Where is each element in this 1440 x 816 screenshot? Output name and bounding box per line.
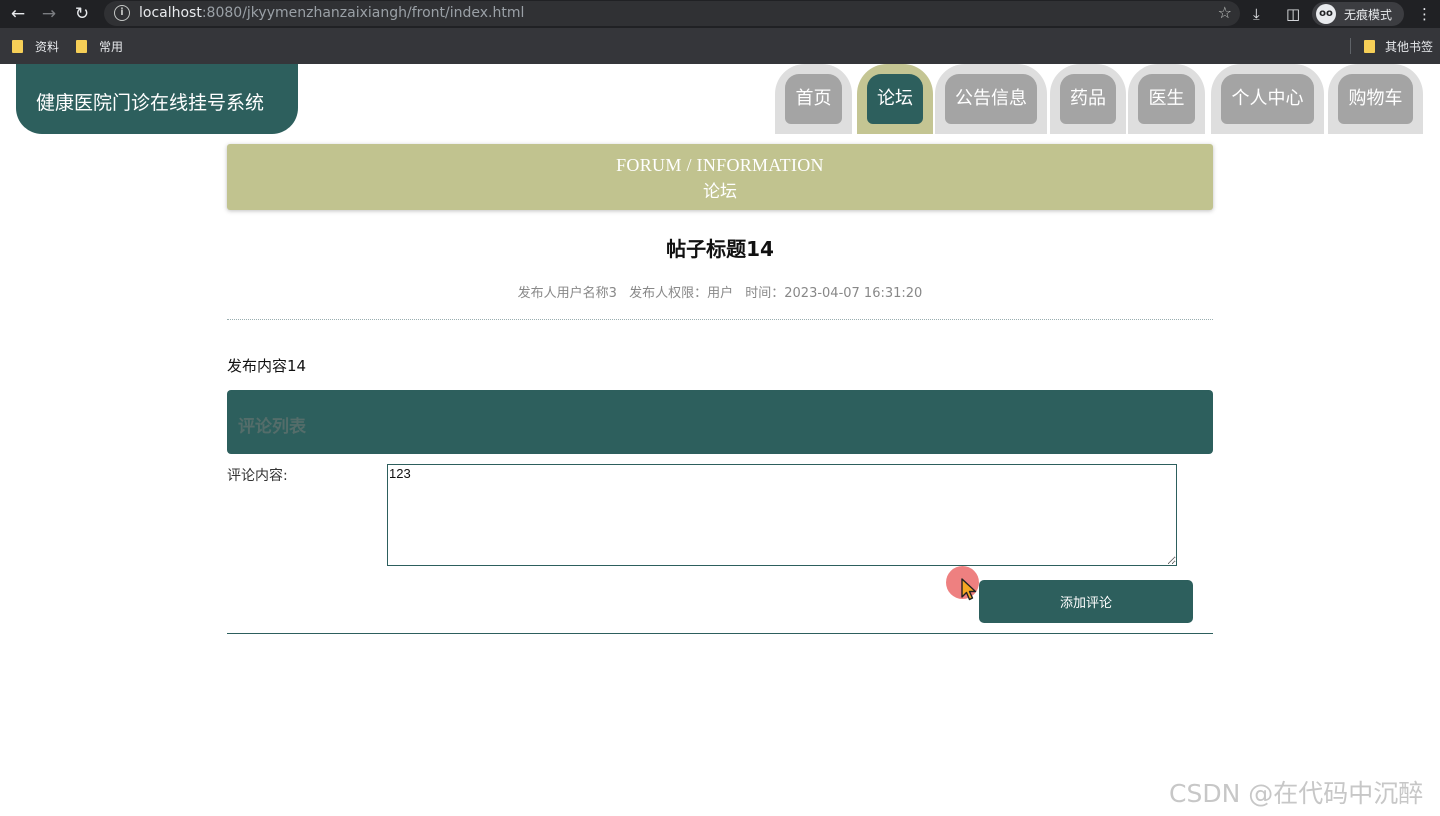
divider bbox=[227, 319, 1213, 320]
nav-tab-medicine[interactable]: 药品 bbox=[1050, 64, 1126, 134]
back-icon[interactable]: ← bbox=[7, 3, 29, 25]
mouse-cursor-icon bbox=[961, 578, 977, 601]
bookmark-folder-changyong[interactable]: 常用 bbox=[76, 38, 123, 54]
nav-tab-cart[interactable]: 购物车 bbox=[1328, 64, 1423, 134]
site-title: 健康医院门诊在线挂号系统 bbox=[36, 92, 265, 114]
site-logo: 健康医院门诊在线挂号系统 bbox=[16, 64, 298, 134]
banner-title-en: FORUM / INFORMATION bbox=[616, 155, 824, 175]
nav-tab-doctor[interactable]: 医生 bbox=[1128, 64, 1205, 134]
incognito-icon: oo bbox=[1316, 4, 1336, 24]
bookmarks-divider bbox=[1350, 38, 1351, 54]
incognito-badge[interactable]: oo 无痕模式 bbox=[1312, 2, 1404, 26]
folder-icon bbox=[1364, 39, 1375, 53]
post-meta: 发布人用户名称3 发布人权限：用户 时间：2023-04-07 16:31:20 bbox=[227, 282, 1213, 301]
post-time: 时间：2023-04-07 16:31:20 bbox=[745, 286, 923, 301]
banner-title-cn: 论坛 bbox=[703, 182, 737, 202]
side-panel-icon[interactable]: ◫ bbox=[1286, 3, 1300, 25]
post-author: 发布人用户名称3 bbox=[517, 286, 617, 301]
nav-tab-profile[interactable]: 个人中心 bbox=[1211, 64, 1324, 134]
nav-tab-home[interactable]: 首页 bbox=[775, 64, 852, 134]
comment-label: 评论内容: bbox=[227, 468, 288, 484]
bookmark-folder-other[interactable]: 其他书签 bbox=[1364, 38, 1433, 54]
folder-icon bbox=[12, 39, 23, 53]
post-title: 帖子标题14 bbox=[666, 237, 774, 261]
nav-tab-notices[interactable]: 公告信息 bbox=[935, 64, 1047, 134]
watermark: CSDN @在代码中沉醉 bbox=[1169, 779, 1424, 808]
section-banner: FORUM / INFORMATION 论坛 bbox=[227, 144, 1213, 210]
divider bbox=[227, 633, 1213, 634]
address-bar[interactable]: i localhost:8080/jkyymenzhanzaixiangh/fr… bbox=[104, 1, 1240, 26]
url-text: localhost:8080/jkyymenzhanzaixiangh/fron… bbox=[139, 5, 525, 21]
comments-title: 评论列表 bbox=[238, 417, 306, 437]
comments-header: 评论列表 bbox=[227, 390, 1213, 454]
comment-input[interactable]: 123 bbox=[387, 464, 1177, 566]
bookmark-star-icon[interactable]: ☆ bbox=[1218, 3, 1232, 22]
post-content: 发布内容14 bbox=[227, 357, 307, 375]
nav-tab-forum[interactable]: 论坛 bbox=[857, 64, 933, 134]
bookmark-folder-ziliao[interactable]: 资料 bbox=[12, 38, 59, 54]
incognito-label: 无痕模式 bbox=[1344, 8, 1393, 22]
download-icon[interactable]: ⤓ bbox=[1253, 3, 1260, 25]
reload-icon[interactable]: ↻ bbox=[71, 3, 93, 25]
post-role: 发布人权限：用户 bbox=[629, 286, 734, 301]
browser-toolbar: ← → ↻ i localhost:8080/jkyymenzhanzaixia… bbox=[0, 0, 1440, 28]
folder-icon bbox=[76, 39, 87, 53]
add-comment-button[interactable]: 添加评论 bbox=[979, 580, 1193, 623]
bookmarks-bar: 资料 常用 其他书签 bbox=[0, 28, 1440, 64]
forward-icon[interactable]: → bbox=[38, 3, 60, 25]
site-info-icon[interactable]: i bbox=[114, 5, 130, 21]
menu-kebab-icon[interactable]: ⋮ bbox=[1417, 3, 1432, 25]
